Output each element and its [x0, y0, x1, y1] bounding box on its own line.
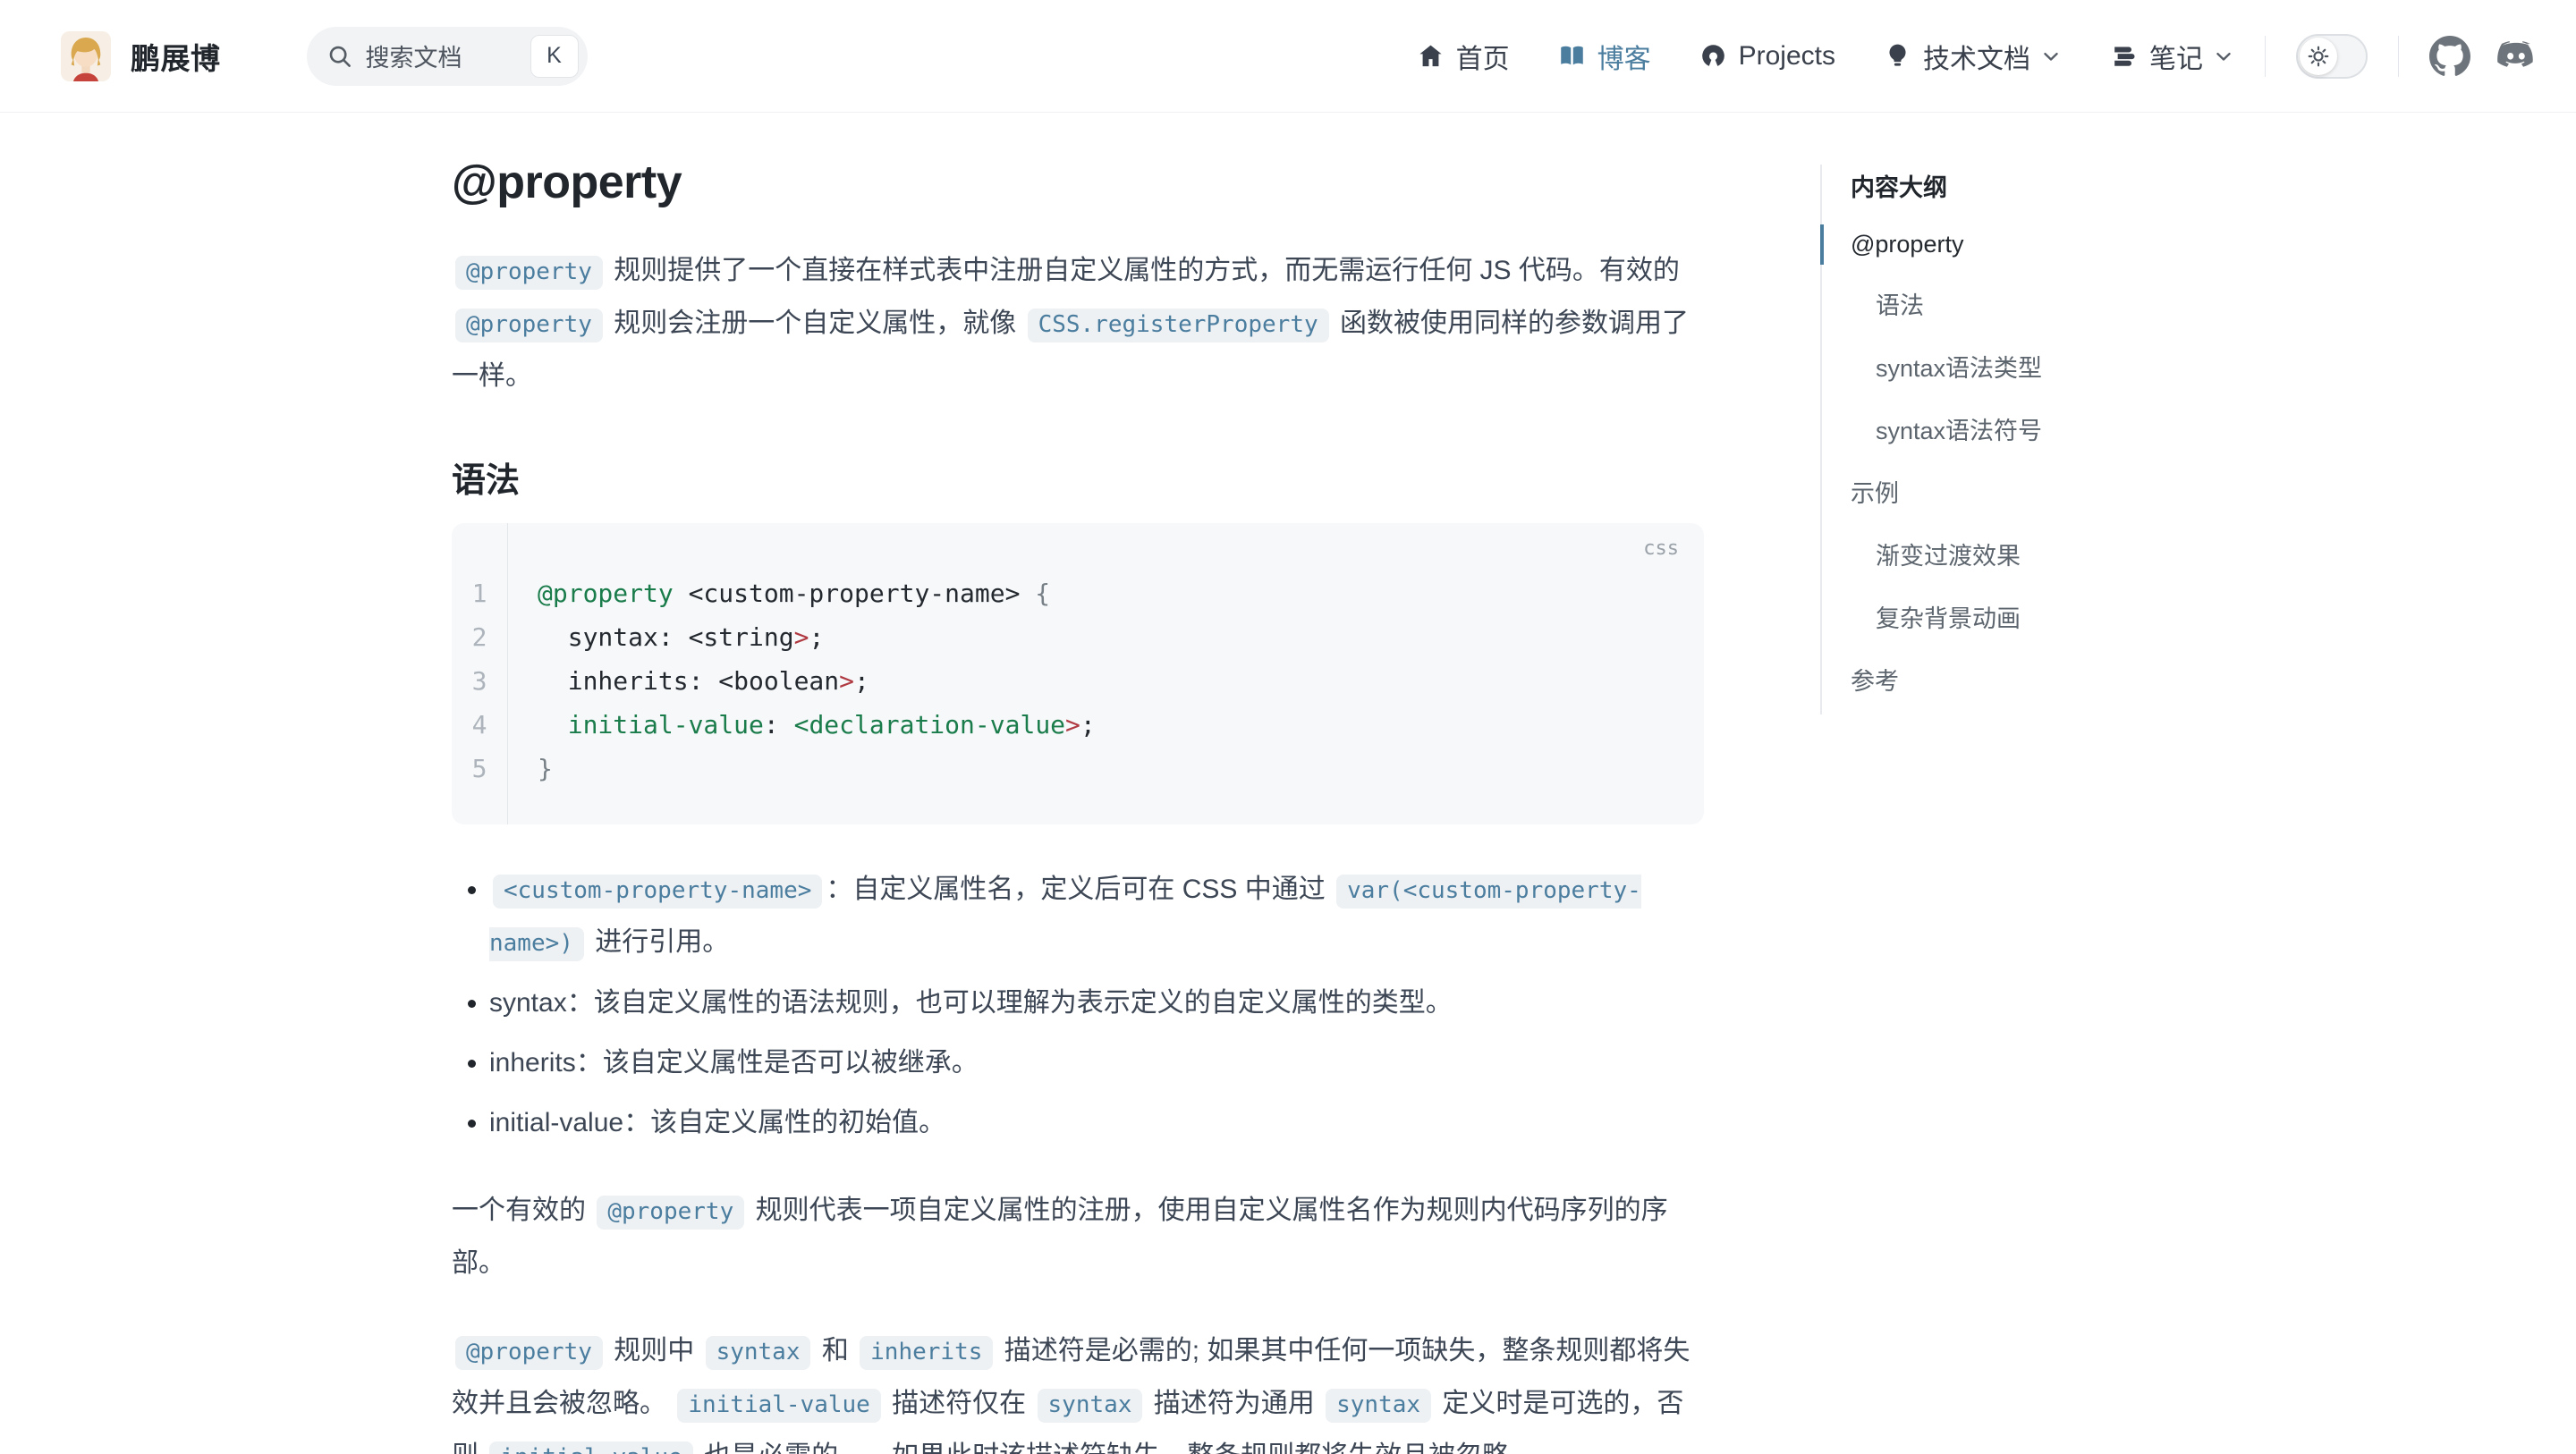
sun-icon	[2307, 45, 2330, 68]
nav-item-label: 博客	[1597, 37, 1651, 76]
syntax-heading: 语法	[452, 452, 1704, 502]
line-number: 5	[452, 747, 507, 790]
search-icon	[326, 43, 353, 70]
toc-item[interactable]: syntax语法符号	[1822, 411, 2131, 446]
toc-heading: 内容大纲	[1822, 165, 2131, 203]
theme-toggle[interactable]	[2296, 34, 2368, 79]
main-nav: 首页 博客 Projects 技术文档 笔记	[1417, 37, 2234, 76]
nav-item-label: 笔记	[2149, 37, 2203, 76]
navbar: 鹏展博 搜索文档 K 首页 博客 Projects 技术文档 笔记	[0, 0, 2576, 113]
list-item: inherits：该自定义属性是否可以被继承。	[489, 1037, 1704, 1089]
inline-code: CSS.registerProperty	[1028, 309, 1329, 342]
code-lines: 1@property <custom-property-name> {2 syn…	[452, 571, 1704, 790]
line-number: 2	[452, 615, 507, 659]
inline-code: @property	[597, 1196, 744, 1230]
nav-item-4[interactable]: 笔记	[2110, 37, 2234, 76]
toc-item[interactable]: 示例	[1822, 474, 2131, 509]
code-line: 3 inherits: <boolean>;	[452, 659, 1704, 703]
notes-icon	[2110, 42, 2138, 70]
nav-divider	[2398, 36, 2399, 77]
inline-code: @property	[455, 309, 603, 342]
code-line: 4 initial-value: <declaration-value>;	[452, 703, 1704, 747]
nav-divider	[2265, 36, 2266, 77]
code-line: 2 syntax: <string>;	[452, 615, 1704, 659]
nav-item-projects[interactable]: Projects	[1699, 41, 1835, 72]
inline-code: syntax	[1326, 1389, 1431, 1423]
inline-code: syntax	[1038, 1389, 1143, 1423]
intro-paragraph: @property 规则提供了一个直接在样式表中注册自定义属性的方式，而无需运行…	[452, 245, 1704, 402]
site-title: 鹏展博	[131, 35, 221, 78]
nav-item-label: Projects	[1739, 41, 1835, 72]
search-button[interactable]: 搜索文档 K	[307, 27, 588, 86]
search-placeholder: 搜索文档	[366, 38, 518, 73]
toc-item[interactable]: 复杂背景动画	[1822, 599, 2131, 634]
list-item: syntax：该自定义属性的语法规则，也可以理解为表示定义的自定义属性的类型。	[489, 977, 1704, 1029]
inline-code: <custom-property-name>	[493, 875, 822, 909]
list-item: initial-value：该自定义属性的初始值。	[489, 1097, 1704, 1149]
line-number: 3	[452, 659, 507, 703]
toc-item[interactable]: 渐变过渡效果	[1822, 537, 2131, 571]
code-block: css 1@property <custom-property-name> {2…	[452, 523, 1704, 824]
nav-item-1[interactable]: 博客	[1558, 37, 1651, 76]
inline-code: initial-value	[677, 1389, 881, 1423]
home-icon	[1417, 42, 1445, 70]
toc-item[interactable]: @property	[1822, 231, 2131, 258]
toc-item[interactable]: syntax语法类型	[1822, 349, 2131, 384]
github-link[interactable]	[2429, 36, 2470, 77]
discord-link[interactable]	[2496, 36, 2537, 77]
inline-code: @property	[455, 1336, 603, 1370]
nav-item-label: 首页	[1456, 37, 1510, 76]
inline-code: inherits	[860, 1336, 993, 1370]
line-number: 4	[452, 703, 507, 747]
site-brand[interactable]: 鹏展博	[61, 31, 221, 81]
github-icon	[2429, 36, 2470, 77]
book-open-icon	[1558, 42, 1586, 70]
code-line: 1@property <custom-property-name> {	[452, 571, 1704, 615]
search-shortcut-key: K	[530, 35, 579, 78]
article: @property @property 规则提供了一个直接在样式表中注册自定义属…	[452, 113, 1704, 1454]
code-language-label: css	[1643, 537, 1679, 560]
descriptor-list: <custom-property-name>：自定义属性名，定义后可在 CSS …	[452, 864, 1704, 1149]
inline-code: @property	[455, 256, 603, 290]
theme-toggle-knob	[2300, 38, 2337, 75]
nav-item-3[interactable]: 技术文档	[1884, 37, 2062, 76]
toc-items: @property 语法 syntax语法类型 syntax语法符号示例渐变过渡效果复…	[1822, 231, 2131, 697]
table-of-contents: 内容大纲 @property 语法 syntax语法类型 syntax语法符号示例渐变…	[1820, 165, 2131, 714]
lightbulb-icon	[1884, 42, 1911, 70]
toc-item[interactable]: 参考	[1822, 662, 2131, 697]
requirements-paragraph: @property 规则中 syntax 和 inherits 描述符是必需的;…	[452, 1325, 1704, 1454]
chevron-down-icon	[2213, 46, 2234, 67]
list-item: <custom-property-name>：自定义属性名，定义后可在 CSS …	[489, 864, 1704, 969]
inline-code: initial-value	[489, 1441, 693, 1454]
page: @property @property 规则提供了一个直接在样式表中注册自定义属…	[0, 113, 2576, 1454]
inline-code: syntax	[706, 1336, 811, 1370]
discord-icon	[2496, 36, 2537, 77]
registration-paragraph: 一个有效的 @property 规则代表一项自定义属性的注册，使用自定义属性名作…	[452, 1185, 1704, 1289]
code-line: 5}	[452, 747, 1704, 790]
projects-icon	[1699, 42, 1727, 70]
chevron-down-icon	[2040, 46, 2062, 67]
line-number: 1	[452, 571, 507, 615]
toc-item[interactable]: 语法	[1822, 286, 2131, 321]
page-title: @property	[452, 156, 1704, 209]
nav-item-label: 技术文档	[1923, 37, 2030, 76]
avatar	[61, 31, 111, 81]
nav-item-0[interactable]: 首页	[1417, 37, 1510, 76]
